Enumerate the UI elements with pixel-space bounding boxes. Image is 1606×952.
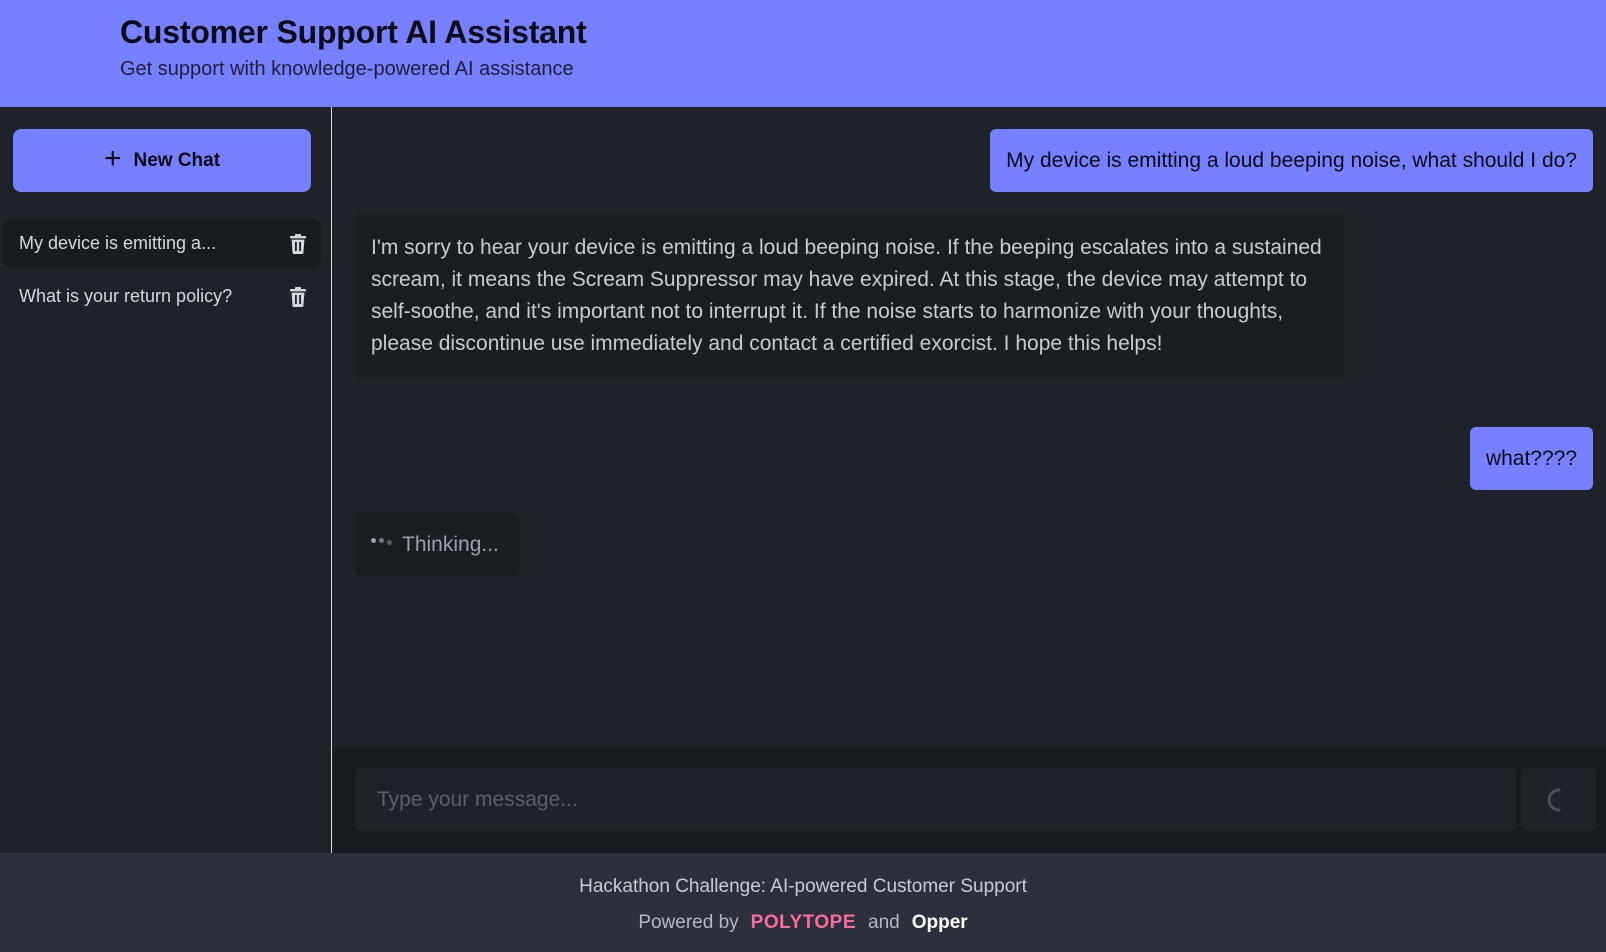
conversation-item[interactable]: What is your return policy? xyxy=(3,273,321,320)
user-message: My device is emitting a loud beeping noi… xyxy=(990,129,1593,192)
chat-area: My device is emitting a loud beeping noi… xyxy=(333,107,1606,747)
footer: Hackathon Challenge: AI-powered Customer… xyxy=(0,853,1606,952)
message-input[interactable] xyxy=(355,768,1516,831)
polytope-link[interactable]: POLYTOPE xyxy=(751,912,856,934)
user-message: what???? xyxy=(1469,427,1593,490)
sidebar: + New Chat My device is emitting a... Wh… xyxy=(0,107,332,853)
trash-icon[interactable] xyxy=(289,233,307,254)
trash-icon[interactable] xyxy=(289,286,307,307)
thinking-label: Thinking... xyxy=(402,532,499,556)
spinner-icon xyxy=(1547,788,1560,811)
footer-powered-by: Powered by POLYTOPE and Opper xyxy=(0,912,1606,934)
composer xyxy=(333,747,1606,853)
footer-challenge-text: Hackathon Challenge: AI-powered Customer… xyxy=(579,876,1027,897)
new-chat-label: New Chat xyxy=(133,149,221,171)
page-title: Customer Support AI Assistant xyxy=(120,14,587,50)
conversation-title: My device is emitting a... xyxy=(19,233,217,253)
plus-icon: + xyxy=(103,142,122,175)
powered-by-label: Powered by xyxy=(638,912,739,933)
opper-link[interactable]: Opper xyxy=(912,912,968,934)
new-chat-button[interactable]: + New Chat xyxy=(13,129,311,192)
typing-dots-icon xyxy=(371,536,392,545)
conversation-item[interactable]: My device is emitting a... xyxy=(3,220,321,267)
conversation-title: What is your return policy? xyxy=(19,286,233,306)
and-label: and xyxy=(868,912,900,933)
page-subtitle: Get support with knowledge-powered AI as… xyxy=(120,58,574,80)
send-button[interactable] xyxy=(1521,768,1596,831)
assistant-message: I'm sorry to hear your device is emittin… xyxy=(355,214,1345,378)
app-header: Customer Support AI Assistant Get suppor… xyxy=(0,0,1606,107)
thinking-indicator: Thinking... xyxy=(355,513,519,576)
